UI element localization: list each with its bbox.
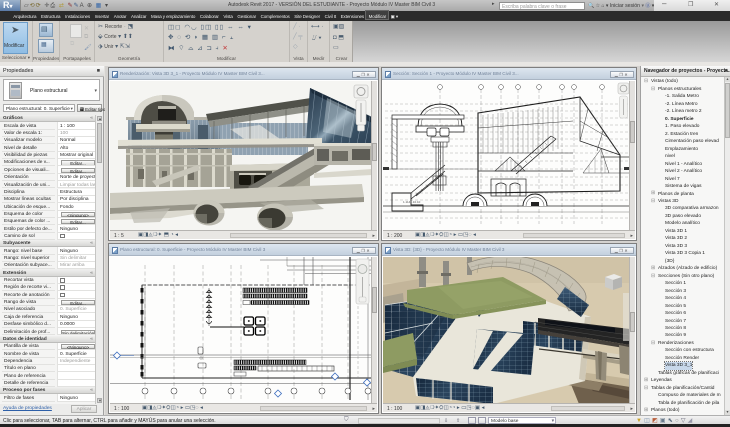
svg-text:1.1141.10.10: 1.1141.10.10	[403, 200, 421, 204]
